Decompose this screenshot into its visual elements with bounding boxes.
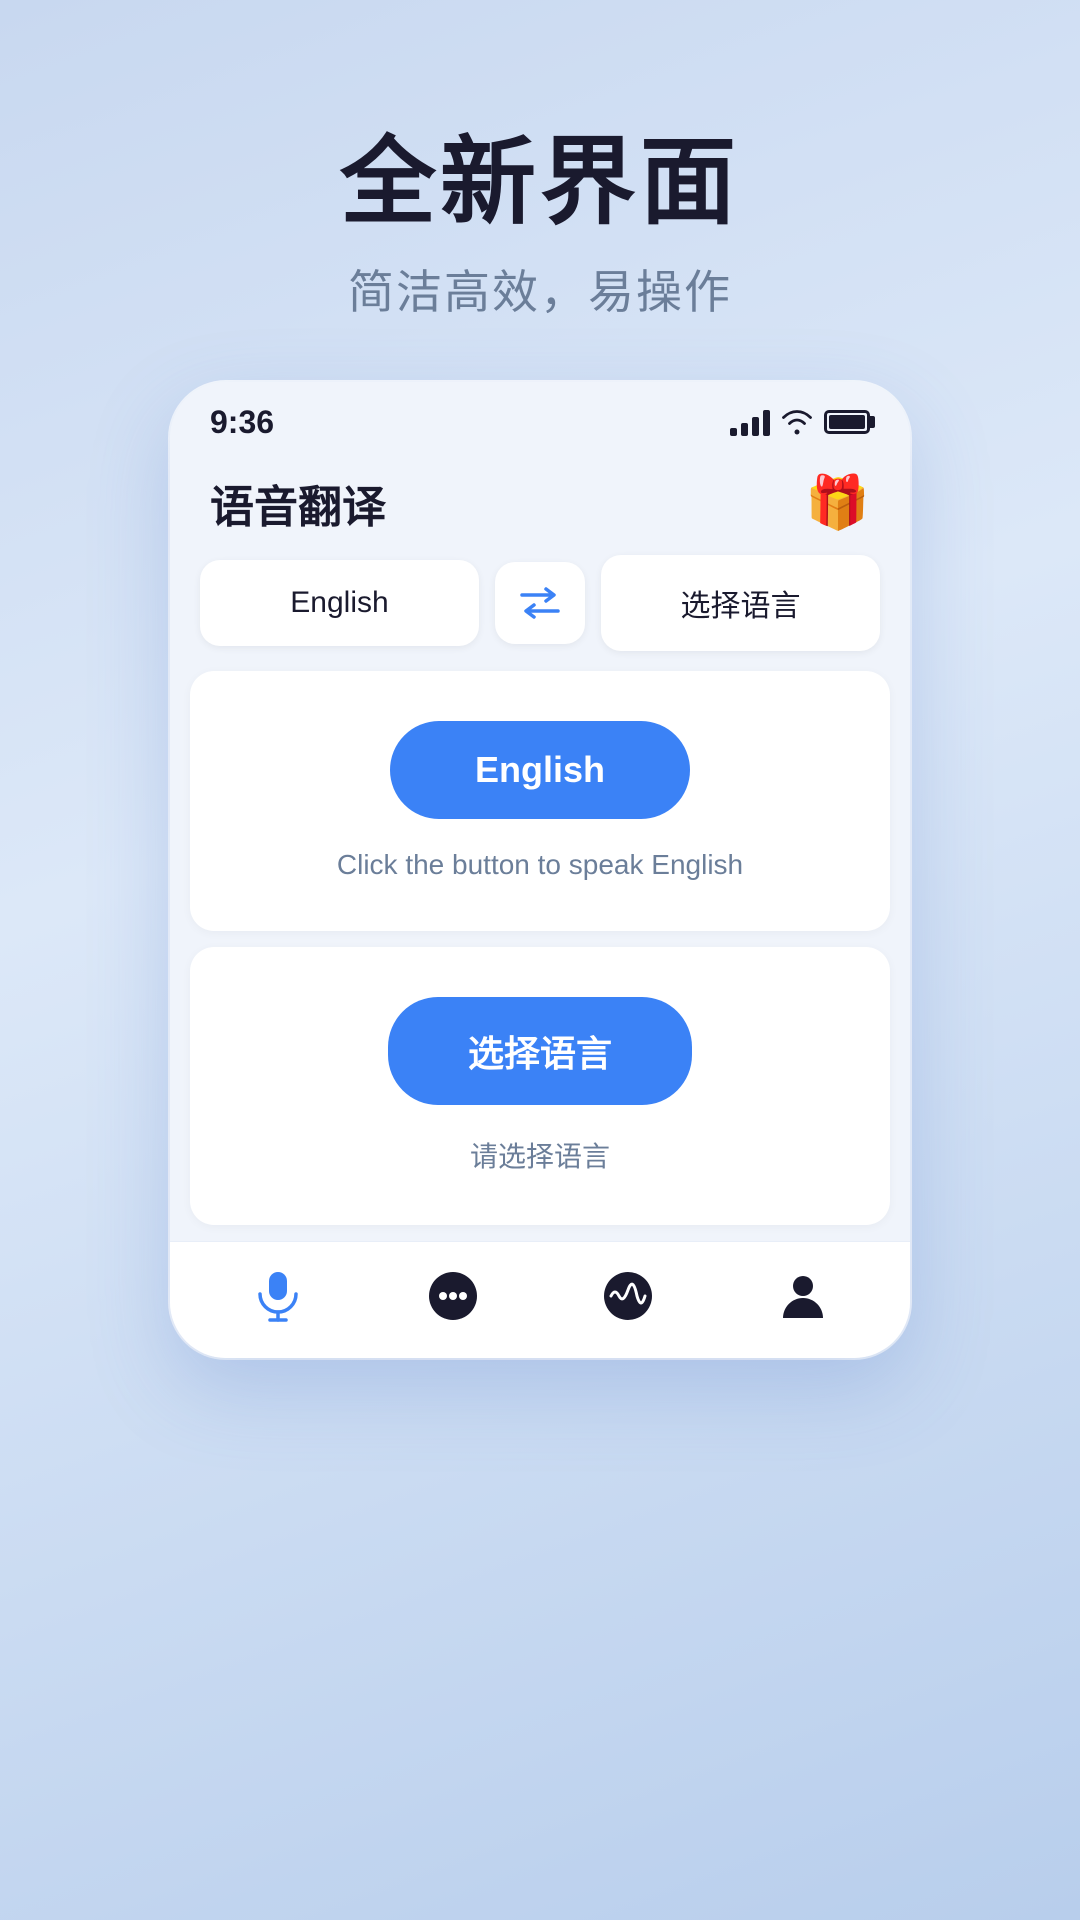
nav-chat[interactable] (423, 1266, 483, 1326)
app-header: 语音翻译 🎁 (170, 451, 910, 555)
source-panel-hint: Click the button to speak English (337, 849, 743, 881)
swap-language-button[interactable] (495, 562, 585, 644)
hero-subtitle: 简洁高效，易操作 (348, 256, 732, 322)
hero-title: 全新界面 (340, 130, 740, 236)
status-icons (730, 408, 870, 436)
status-time: 9:36 (210, 404, 274, 441)
swap-icon (518, 585, 562, 621)
profile-icon (773, 1266, 833, 1326)
gift-icon[interactable]: 🎁 (805, 472, 870, 533)
bottom-nav (170, 1241, 910, 1358)
waveform-icon (598, 1266, 658, 1326)
source-panel: English Click the button to speak Englis… (190, 671, 890, 931)
status-bar: 9:36 (170, 382, 910, 451)
nav-mic[interactable] (248, 1266, 308, 1326)
mic-icon (248, 1266, 308, 1326)
phone-frame: 9:36 语音翻译 🎁 English (170, 382, 910, 1358)
nav-profile[interactable] (773, 1266, 833, 1326)
nav-waveform[interactable] (598, 1266, 658, 1326)
language-selector-row: English 选择语言 (170, 555, 910, 671)
speak-english-button[interactable]: English (390, 721, 690, 819)
chat-icon (423, 1266, 483, 1326)
battery-icon (824, 410, 870, 434)
app-title: 语音翻译 (210, 471, 386, 535)
hero-section: 全新界面 简洁高效，易操作 (0, 0, 1080, 382)
source-language-button[interactable]: English (200, 560, 479, 646)
signal-icon (730, 408, 770, 436)
wifi-icon (780, 409, 814, 435)
target-panel: 选择语言 请选择语言 (190, 947, 890, 1225)
target-panel-hint: 请选择语言 (470, 1135, 610, 1175)
target-language-button[interactable]: 选择语言 (601, 555, 880, 651)
speak-target-button[interactable]: 选择语言 (388, 997, 692, 1105)
panels-container: English Click the button to speak Englis… (170, 671, 910, 1241)
